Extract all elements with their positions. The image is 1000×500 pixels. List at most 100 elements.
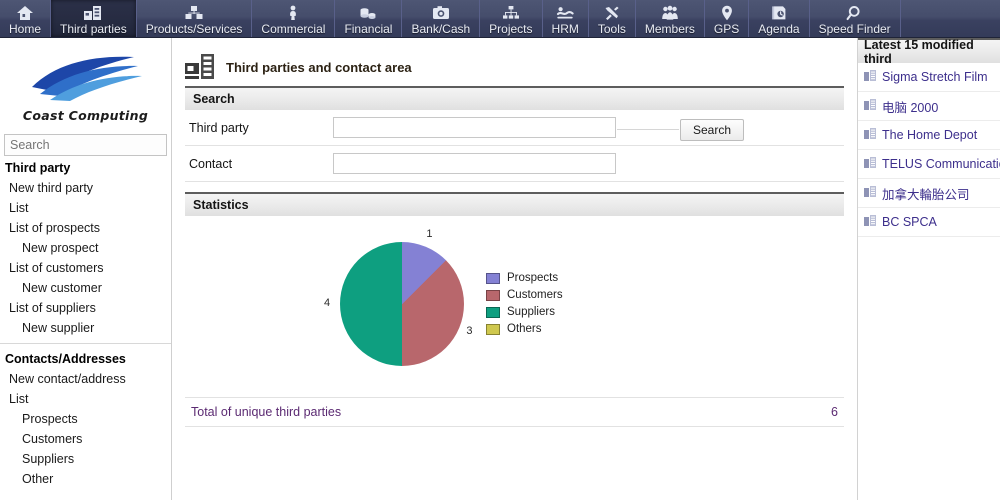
- building-icon: [864, 127, 877, 143]
- legend-swatch: [486, 272, 500, 284]
- nav-tab-hrm[interactable]: HRM: [543, 0, 589, 37]
- connector-line: [617, 129, 679, 130]
- search-input[interactable]: [5, 135, 171, 155]
- contact-row: Contact: [185, 146, 844, 182]
- nav-tab-label: GPS: [713, 22, 740, 36]
- menu-group-title: Third party: [5, 161, 71, 175]
- coins-icon: [357, 4, 379, 21]
- company-icon: [82, 4, 104, 21]
- latest-modified-item[interactable]: 电脑 2000: [858, 92, 1000, 121]
- total-row: Total of unique third parties 6: [185, 397, 844, 427]
- nav-tab-third-parties[interactable]: Third parties: [51, 0, 137, 37]
- nav-tab-label: Speed Finder: [818, 22, 891, 36]
- latest-modified-header: Latest 15 modified third: [858, 38, 1000, 66]
- latest-modified-item[interactable]: BC SPCA: [858, 208, 1000, 237]
- latest-modified-item[interactable]: The Home Depot: [858, 121, 1000, 150]
- nav-tab-label: HRM: [551, 22, 579, 36]
- sidebar-item-new-supplier[interactable]: New supplier: [0, 318, 171, 338]
- search-button[interactable]: Search: [680, 119, 745, 141]
- sidebar-item-list[interactable]: List: [0, 198, 171, 218]
- contact-input[interactable]: [333, 153, 616, 174]
- nav-tab-label: Members: [644, 22, 695, 36]
- sidebar-item-list-of-suppliers[interactable]: List of suppliers: [0, 298, 171, 318]
- contact-label: Contact: [189, 156, 233, 171]
- sidebar-item-other[interactable]: Other: [0, 469, 171, 489]
- nav-tab-speed-finder[interactable]: Speed Finder: [810, 0, 901, 37]
- nav-tab-label: Projects: [489, 22, 533, 36]
- pie-slice-label: 4: [324, 296, 331, 309]
- nav-tab-label: Home: [9, 22, 42, 36]
- third-party-input[interactable]: [333, 117, 616, 138]
- left-sidebar: Coast Computing Third party New third par…: [0, 38, 172, 500]
- logo: Coast Computing: [0, 38, 171, 130]
- hrm-icon: [554, 4, 576, 21]
- chart-legend: Prospects Customers Suppliers Others: [486, 272, 563, 335]
- nav-tab-tools[interactable]: Tools: [589, 0, 636, 37]
- latest-modified-item[interactable]: TELUS Communication: [858, 150, 1000, 179]
- sidebar-item-new-prospect[interactable]: New prospect: [0, 238, 171, 258]
- boxes-icon: [183, 4, 205, 21]
- search-panel-header: Search: [185, 86, 844, 110]
- sidebar-item-list-of-customers[interactable]: List of customers: [0, 258, 171, 278]
- latest-modified-item[interactable]: 加拿大輪胎公司: [858, 179, 1000, 208]
- third-party-row: Third party Search: [185, 110, 844, 146]
- pie-chart: 1 3 4: [324, 228, 472, 366]
- person-icon: [282, 4, 304, 21]
- legend-swatch: [486, 306, 500, 318]
- nav-tab-gps[interactable]: GPS: [705, 0, 750, 37]
- sidebar-item-new-third-party[interactable]: New third party: [0, 178, 171, 198]
- logo-wave-mark: [31, 56, 142, 101]
- sidebar-item-customers[interactable]: Customers: [0, 429, 171, 449]
- page-title: Third parties and contact area: [185, 48, 844, 86]
- nav-tab-label: Tools: [597, 22, 626, 36]
- nav-tab-label: Bank/Cash: [411, 22, 471, 36]
- building-icon: [864, 98, 877, 114]
- pie-slice-label: 1: [426, 228, 433, 241]
- nav-tab-home[interactable]: Home: [0, 0, 52, 37]
- pie-circle: [340, 241, 464, 366]
- sidebar-item-new-contact-address[interactable]: New contact/address: [0, 369, 171, 389]
- sidebar-menu: Third party New third party List List of pr…: [0, 158, 171, 489]
- building-icon: [864, 214, 876, 226]
- logo-text: Coast Computing: [22, 108, 149, 123]
- buildings-icon: [185, 54, 214, 79]
- statistics-panel-title: Statistics: [193, 198, 249, 212]
- right-sidebar: Latest 15 modified third Sigma Stretch F…: [857, 38, 1000, 500]
- building-icon: [864, 156, 876, 168]
- sidebar-search[interactable]: [4, 134, 171, 156]
- pie-chart-area: 1 3 4 Prospects Customers Suppliers Others: [185, 216, 844, 391]
- nav-tab-agenda[interactable]: Agenda: [749, 0, 810, 37]
- latest-modified-label: The Home Depot: [882, 128, 978, 142]
- nav-tab-products-services[interactable]: Products/Services: [137, 0, 253, 37]
- nav-tab-members[interactable]: Members: [636, 0, 705, 37]
- menu-group-title: Contacts/Addresses: [5, 352, 126, 366]
- building-icon: [864, 185, 876, 197]
- camera-icon: [430, 4, 452, 21]
- nav-tab-bank-cash[interactable]: Bank/Cash: [402, 0, 481, 37]
- total-label[interactable]: Total of unique third parties: [191, 405, 831, 419]
- agenda-icon: [768, 4, 790, 21]
- legend-item: Others: [486, 323, 563, 335]
- network-icon: [500, 4, 522, 21]
- sidebar-item-list[interactable]: List: [0, 389, 171, 409]
- legend-label: Suppliers: [507, 306, 555, 318]
- nav-tab-projects[interactable]: Projects: [480, 0, 543, 37]
- sidebar-item-prospects[interactable]: Prospects: [0, 409, 171, 429]
- latest-modified-item[interactable]: Sigma Stretch Film: [858, 63, 1000, 92]
- statistics-panel: Statistics 1 3 4 Prospects Customers Supplie…: [185, 192, 844, 391]
- legend-item: Prospects: [486, 272, 563, 284]
- nav-tab-label: Products/Services: [145, 22, 243, 36]
- latest-modified-label: 加拿大輪胎公司: [882, 187, 970, 202]
- building-icon: [864, 156, 877, 172]
- nav-tab-financial[interactable]: Financial: [335, 0, 403, 37]
- latest-modified-label: 电脑 2000: [882, 100, 939, 115]
- building-icon: [864, 127, 876, 139]
- third-party-label: Third party: [189, 120, 249, 135]
- nav-tab-commercial[interactable]: Commercial: [252, 0, 336, 37]
- tools-icon: [601, 4, 623, 21]
- page-title-text: Third parties and contact area: [226, 59, 412, 75]
- building-icon: [864, 98, 876, 110]
- sidebar-item-list-of-prospects[interactable]: List of prospects: [0, 218, 171, 238]
- sidebar-item-new-customer[interactable]: New customer: [0, 278, 171, 298]
- sidebar-item-suppliers[interactable]: Suppliers: [0, 449, 171, 469]
